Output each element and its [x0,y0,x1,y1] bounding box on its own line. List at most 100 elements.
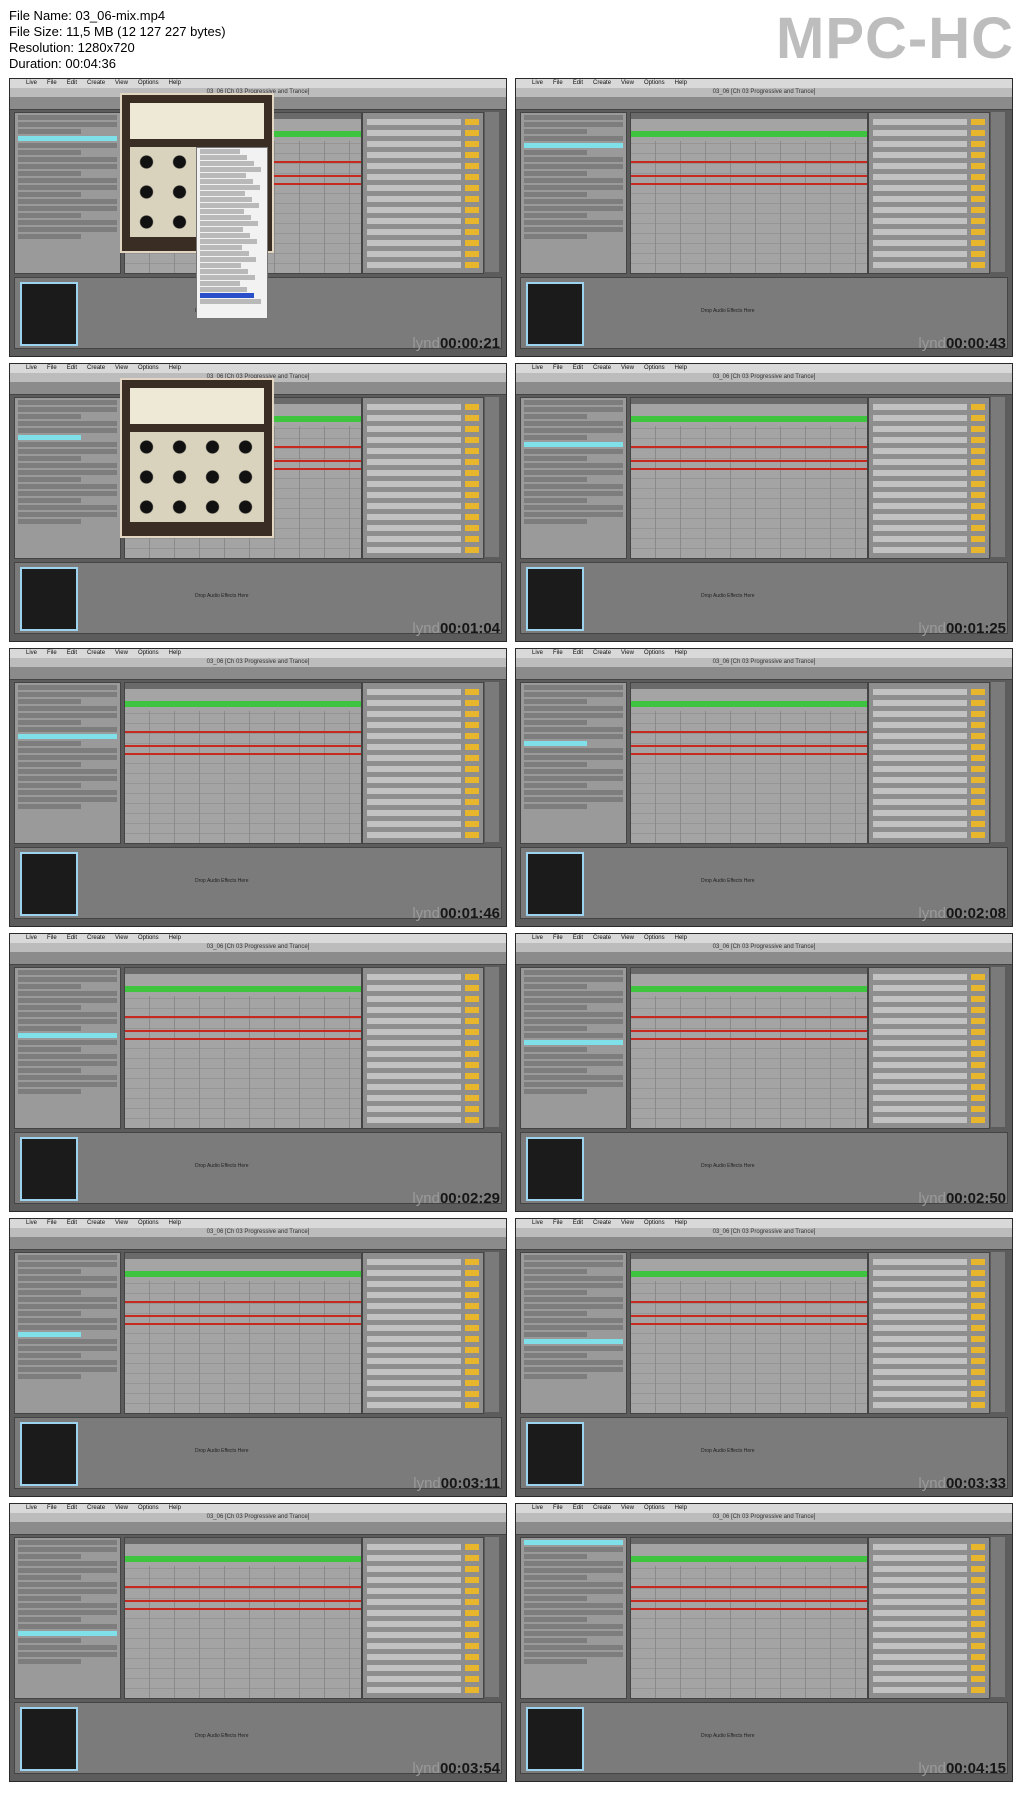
menu-item[interactable]: File [47,650,57,656]
track-strip[interactable] [873,996,967,1002]
browser-item[interactable] [524,1311,587,1316]
browser-item[interactable] [18,498,81,503]
browser-panel[interactable] [14,397,121,559]
track-activator-button[interactable] [465,207,479,213]
browser-item[interactable] [524,206,623,211]
menu-item[interactable]: Create [593,80,611,86]
browser-item[interactable] [18,435,81,440]
track-strip[interactable] [367,1369,461,1375]
timeline-ruler[interactable] [125,1538,361,1544]
track-strip[interactable] [367,470,461,476]
track-activator-button[interactable] [465,1391,479,1397]
arrangement-view[interactable] [630,1537,868,1699]
browser-panel[interactable] [520,1537,627,1699]
browser-item[interactable] [524,1019,623,1024]
menu-item[interactable]: Create [87,80,105,86]
preset-menu-item[interactable] [200,299,261,304]
browser-item[interactable] [524,1645,623,1650]
track-strip[interactable] [873,810,967,816]
track-strip[interactable] [873,700,967,706]
menu-item[interactable]: Create [593,935,611,941]
track-strip[interactable] [367,1391,461,1397]
plugin-device[interactable] [20,852,78,916]
track-strip[interactable] [873,1380,967,1386]
track-strip[interactable] [873,218,967,224]
track-strip[interactable] [873,547,967,553]
track-strip[interactable] [367,700,461,706]
automation-envelope[interactable] [125,1301,361,1303]
browser-item[interactable] [524,1339,623,1344]
track-activator-button[interactable] [971,1018,985,1024]
automation-envelope[interactable] [631,731,867,733]
menu-item[interactable]: Options [138,80,159,86]
track-activator-button[interactable] [971,700,985,706]
browser-item[interactable] [18,491,117,496]
automation-envelope[interactable] [125,753,361,755]
vertical-scrollbar[interactable] [485,1537,499,1697]
track-activator-button[interactable] [465,1577,479,1583]
menu-item[interactable]: Options [138,1220,159,1226]
browser-item[interactable] [524,1568,623,1573]
browser-item[interactable] [18,1061,117,1066]
clip-lane[interactable] [125,701,361,707]
track-activator-button[interactable] [971,459,985,465]
browser-item[interactable] [524,1610,623,1615]
track-strip[interactable] [367,996,461,1002]
menu-item[interactable]: Edit [67,1220,77,1226]
preset-menu-item[interactable] [200,173,246,178]
menu-item[interactable]: View [115,365,128,371]
automation-envelope[interactable] [125,1608,361,1610]
automation-envelope[interactable] [631,175,867,177]
track-activator-button[interactable] [971,821,985,827]
arrangement-view[interactable] [630,1252,868,1414]
menu-item[interactable]: Create [87,1220,105,1226]
automation-envelope[interactable] [631,1608,867,1610]
browser-item[interactable] [524,1617,587,1622]
browser-item[interactable] [524,1353,587,1358]
track-strip[interactable] [367,1665,461,1671]
arrangement-view[interactable] [630,397,868,559]
track-strip[interactable] [367,1095,461,1101]
track-activator-button[interactable] [465,1270,479,1276]
menu-item[interactable]: View [621,1505,634,1511]
track-strip[interactable] [873,1654,967,1660]
browser-item[interactable] [524,685,623,690]
browser-item[interactable] [524,1540,623,1545]
track-activator-button[interactable] [971,218,985,224]
track-activator-button[interactable] [465,1314,479,1320]
track-strip[interactable] [873,1270,967,1276]
track-strip[interactable] [367,744,461,750]
menu-item[interactable]: Edit [573,1505,583,1511]
track-strip[interactable] [367,229,461,235]
menu-item[interactable]: File [553,1505,563,1511]
plugin-window[interactable] [120,378,274,538]
track-activator-button[interactable] [971,481,985,487]
preset-menu-item[interactable] [200,287,247,292]
track-activator-button[interactable] [971,1270,985,1276]
track-activator-button[interactable] [971,1007,985,1013]
track-strip[interactable] [873,448,967,454]
browser-item[interactable] [18,1054,117,1059]
track-strip[interactable] [873,1555,967,1561]
track-strip[interactable] [367,1610,461,1616]
track-strip[interactable] [367,174,461,180]
automation-envelope[interactable] [125,1038,361,1040]
menu-item[interactable]: Create [593,365,611,371]
track-activator-button[interactable] [971,547,985,553]
browser-item[interactable] [524,484,623,489]
track-strip[interactable] [367,251,461,257]
browser-item[interactable] [18,1033,117,1038]
track-activator-button[interactable] [971,1303,985,1309]
browser-item[interactable] [524,435,587,440]
track-strip[interactable] [873,985,967,991]
track-strip[interactable] [873,1643,967,1649]
preset-menu-item[interactable] [200,167,261,172]
menu-item[interactable]: Create [593,1220,611,1226]
preset-menu-item[interactable] [200,161,254,166]
menu-item[interactable]: Edit [573,1220,583,1226]
browser-item[interactable] [18,991,117,996]
browser-item[interactable] [524,804,587,809]
track-activator-button[interactable] [465,470,479,476]
track-strip[interactable] [367,492,461,498]
track-activator-button[interactable] [971,1117,985,1123]
